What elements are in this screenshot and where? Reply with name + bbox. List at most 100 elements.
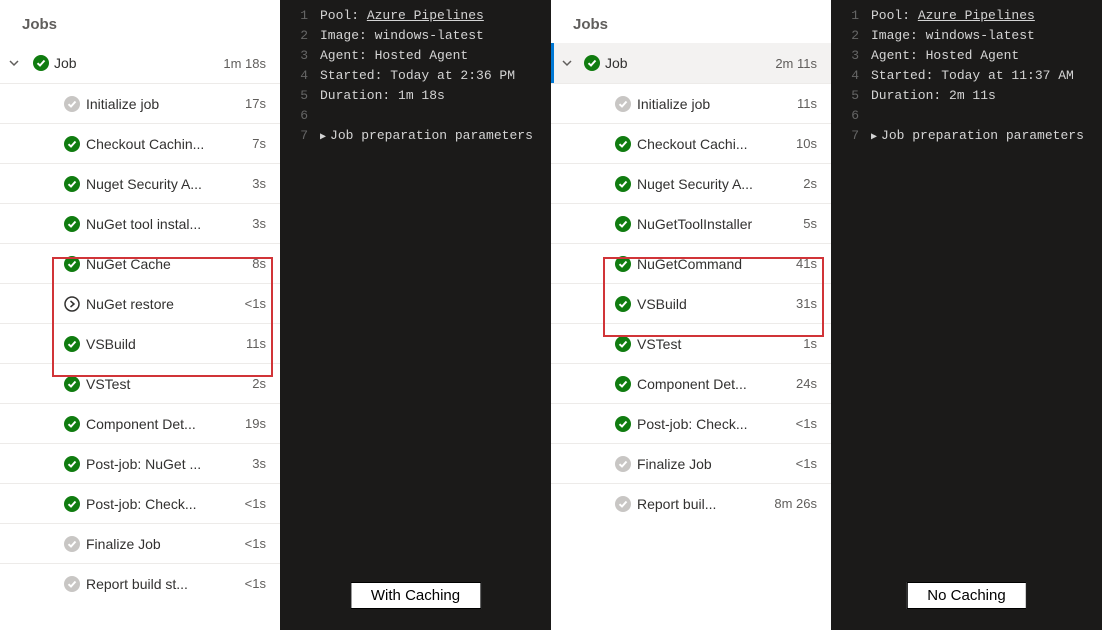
step-label: VSTest <box>637 336 803 352</box>
log-image: Image: windows-latest <box>871 28 1035 43</box>
expand-triangle-icon[interactable]: ▶ <box>320 132 326 143</box>
log-line-agent: 3Agent: Hosted Agent <box>280 48 551 68</box>
step-duration: 24s <box>796 376 817 391</box>
pool-link[interactable]: Azure Pipelines <box>918 8 1035 23</box>
step-row[interactable]: VSTest2s <box>0 363 280 403</box>
log-column: 1Pool: Azure Pipelines2Image: windows-la… <box>831 0 1102 630</box>
pool-link[interactable]: Azure Pipelines <box>367 8 484 23</box>
success-icon <box>609 136 637 152</box>
step-row[interactable]: NuGet restore<1s <box>0 283 280 323</box>
step-duration: 1s <box>803 336 817 351</box>
log-column: 1Pool: Azure Pipelines2Image: windows-la… <box>280 0 551 630</box>
job-label: Job <box>54 55 223 71</box>
panel-left: JobsJob1m 18sInitialize job17sCheckout C… <box>0 0 551 630</box>
log-line-duration: 5Duration: 1m 18s <box>280 88 551 108</box>
step-row[interactable]: Checkout Cachin...7s <box>0 123 280 163</box>
line-number: 1 <box>831 8 871 23</box>
success-icon <box>579 55 605 71</box>
step-row[interactable]: VSBuild31s <box>551 283 831 323</box>
step-row[interactable]: Component Det...24s <box>551 363 831 403</box>
step-row[interactable]: Initialize job11s <box>551 83 831 123</box>
log-line-started: 4Started: Today at 2:36 PM <box>280 68 551 88</box>
caption-label: With Caching <box>350 582 481 609</box>
step-row[interactable]: NuGet Cache8s <box>0 243 280 283</box>
step-label: NuGetToolInstaller <box>637 216 803 232</box>
step-row[interactable]: Post-job: NuGet ...3s <box>0 443 280 483</box>
chevron-down-icon[interactable] <box>554 57 579 69</box>
success-icon <box>58 216 86 232</box>
line-number: 4 <box>831 68 871 83</box>
success-icon <box>58 456 86 472</box>
step-row[interactable]: Report buil...8m 26s <box>551 483 831 523</box>
step-row[interactable]: VSTest1s <box>551 323 831 363</box>
success-icon <box>609 216 637 232</box>
step-duration: 11s <box>797 96 817 111</box>
step-row[interactable]: NuGetToolInstaller5s <box>551 203 831 243</box>
step-row[interactable]: Nuget Security A...2s <box>551 163 831 203</box>
log-params[interactable]: Job preparation parameters <box>881 128 1084 143</box>
neutral-check-icon <box>58 96 86 112</box>
step-label: NuGet tool instal... <box>86 216 252 232</box>
neutral-check-icon <box>609 96 637 112</box>
step-duration: 31s <box>796 296 817 311</box>
line-number: 6 <box>831 108 871 123</box>
neutral-check-icon <box>58 576 86 592</box>
line-number: 5 <box>280 88 320 103</box>
job-label: Job <box>605 55 775 71</box>
step-row[interactable]: Component Det...19s <box>0 403 280 443</box>
neutral-check-icon <box>609 496 637 512</box>
log-pool-label: Pool: <box>871 8 918 23</box>
step-label: Finalize Job <box>637 456 796 472</box>
job-duration: 2m 11s <box>775 56 817 71</box>
step-label: NuGet Cache <box>86 256 252 272</box>
step-duration: <1s <box>796 456 817 471</box>
log-line-pool: 1Pool: Azure Pipelines <box>831 8 1102 28</box>
step-label: Finalize Job <box>86 536 245 552</box>
step-row[interactable]: Nuget Security A...3s <box>0 163 280 203</box>
jobs-column: JobsJob2m 11sInitialize job11sCheckout C… <box>551 0 831 630</box>
line-number: 3 <box>280 48 320 63</box>
step-label: Post-job: NuGet ... <box>86 456 252 472</box>
step-row[interactable]: Post-job: Check...<1s <box>0 483 280 523</box>
log-agent: Agent: Hosted Agent <box>871 48 1019 63</box>
log-params[interactable]: Job preparation parameters <box>330 128 533 143</box>
step-row[interactable]: Finalize Job<1s <box>0 523 280 563</box>
success-icon <box>58 496 86 512</box>
step-duration: 19s <box>245 416 266 431</box>
job-summary-row[interactable]: Job2m 11s <box>551 43 831 83</box>
step-label: Report buil... <box>637 496 774 512</box>
step-row[interactable]: Report build st...<1s <box>0 563 280 603</box>
log-duration: Duration: 2m 11s <box>871 88 996 103</box>
success-icon <box>609 336 637 352</box>
job-summary-row[interactable]: Job1m 18s <box>0 43 280 83</box>
step-duration: 11s <box>246 336 266 351</box>
step-duration: 7s <box>252 136 266 151</box>
expand-triangle-icon[interactable]: ▶ <box>871 132 877 143</box>
step-duration: 2s <box>252 376 266 391</box>
step-row[interactable]: NuGetCommand41s <box>551 243 831 283</box>
line-number: 7 <box>280 128 320 143</box>
step-row[interactable]: VSBuild11s <box>0 323 280 363</box>
step-duration: <1s <box>245 496 266 511</box>
jobs-header: Jobs <box>551 0 831 43</box>
step-row[interactable]: NuGet tool instal...3s <box>0 203 280 243</box>
line-number: 2 <box>280 28 320 43</box>
step-duration: 41s <box>796 256 817 271</box>
step-duration: 8m 26s <box>774 496 817 511</box>
step-row[interactable]: Post-job: Check...<1s <box>551 403 831 443</box>
step-row[interactable]: Checkout Cachi...10s <box>551 123 831 163</box>
step-duration: 2s <box>803 176 817 191</box>
step-label: VSBuild <box>637 296 796 312</box>
chevron-down-icon[interactable] <box>0 57 28 69</box>
success-icon <box>58 336 86 352</box>
success-icon <box>58 136 86 152</box>
log-duration: Duration: 1m 18s <box>320 88 445 103</box>
line-number: 6 <box>280 108 320 123</box>
step-duration: 17s <box>245 96 266 111</box>
step-row[interactable]: Finalize Job<1s <box>551 443 831 483</box>
step-row[interactable]: Initialize job17s <box>0 83 280 123</box>
step-duration: <1s <box>796 416 817 431</box>
log-line-pool: 1Pool: Azure Pipelines <box>280 8 551 28</box>
line-number: 7 <box>831 128 871 143</box>
line-number: 5 <box>831 88 871 103</box>
